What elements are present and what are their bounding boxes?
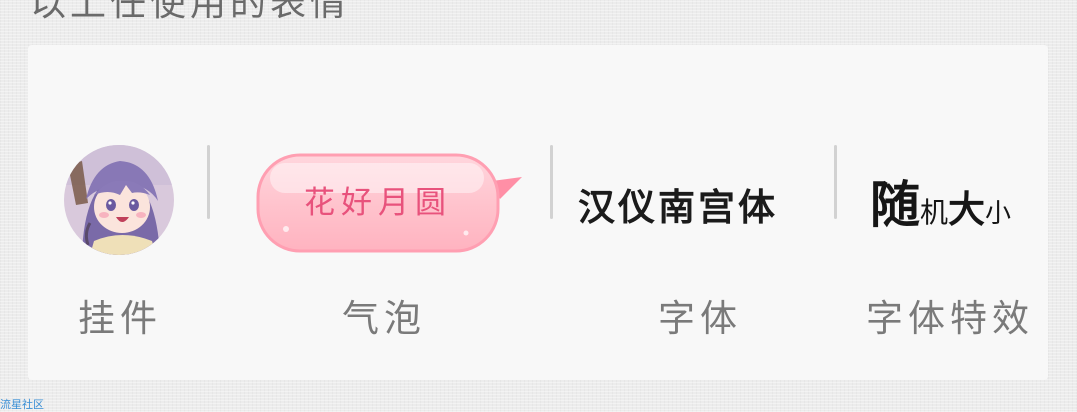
effect-char: 机 <box>920 196 949 229</box>
divider <box>834 145 837 219</box>
bubble-sample-text: 花好月圆 <box>304 185 452 221</box>
effect-char: 大 <box>948 188 986 231</box>
label-bubble: 气泡 <box>342 297 426 340</box>
effect-char: 小 <box>985 199 1012 229</box>
speech-bubble-icon[interactable]: 花好月圆 <box>256 153 528 255</box>
font-effect-sample[interactable]: 随机大小 <box>870 165 1011 235</box>
label-pendant: 挂件 <box>78 297 162 340</box>
font-sample-text[interactable]: 汉仪南宫体 <box>578 177 778 231</box>
label-font: 字体 <box>658 297 742 340</box>
avatar-pendant-icon[interactable] <box>64 145 174 255</box>
divider <box>550 145 553 219</box>
divider <box>207 145 210 219</box>
top-caption: 以上任使用的表情 <box>30 0 351 24</box>
feature-card: 挂件 花好月圆 气泡 汉仪南宫体 字体 随机大小 字体特效 <box>28 45 1048 380</box>
label-font-effect: 字体特效 <box>866 297 1034 340</box>
effect-char: 随 <box>870 176 920 234</box>
